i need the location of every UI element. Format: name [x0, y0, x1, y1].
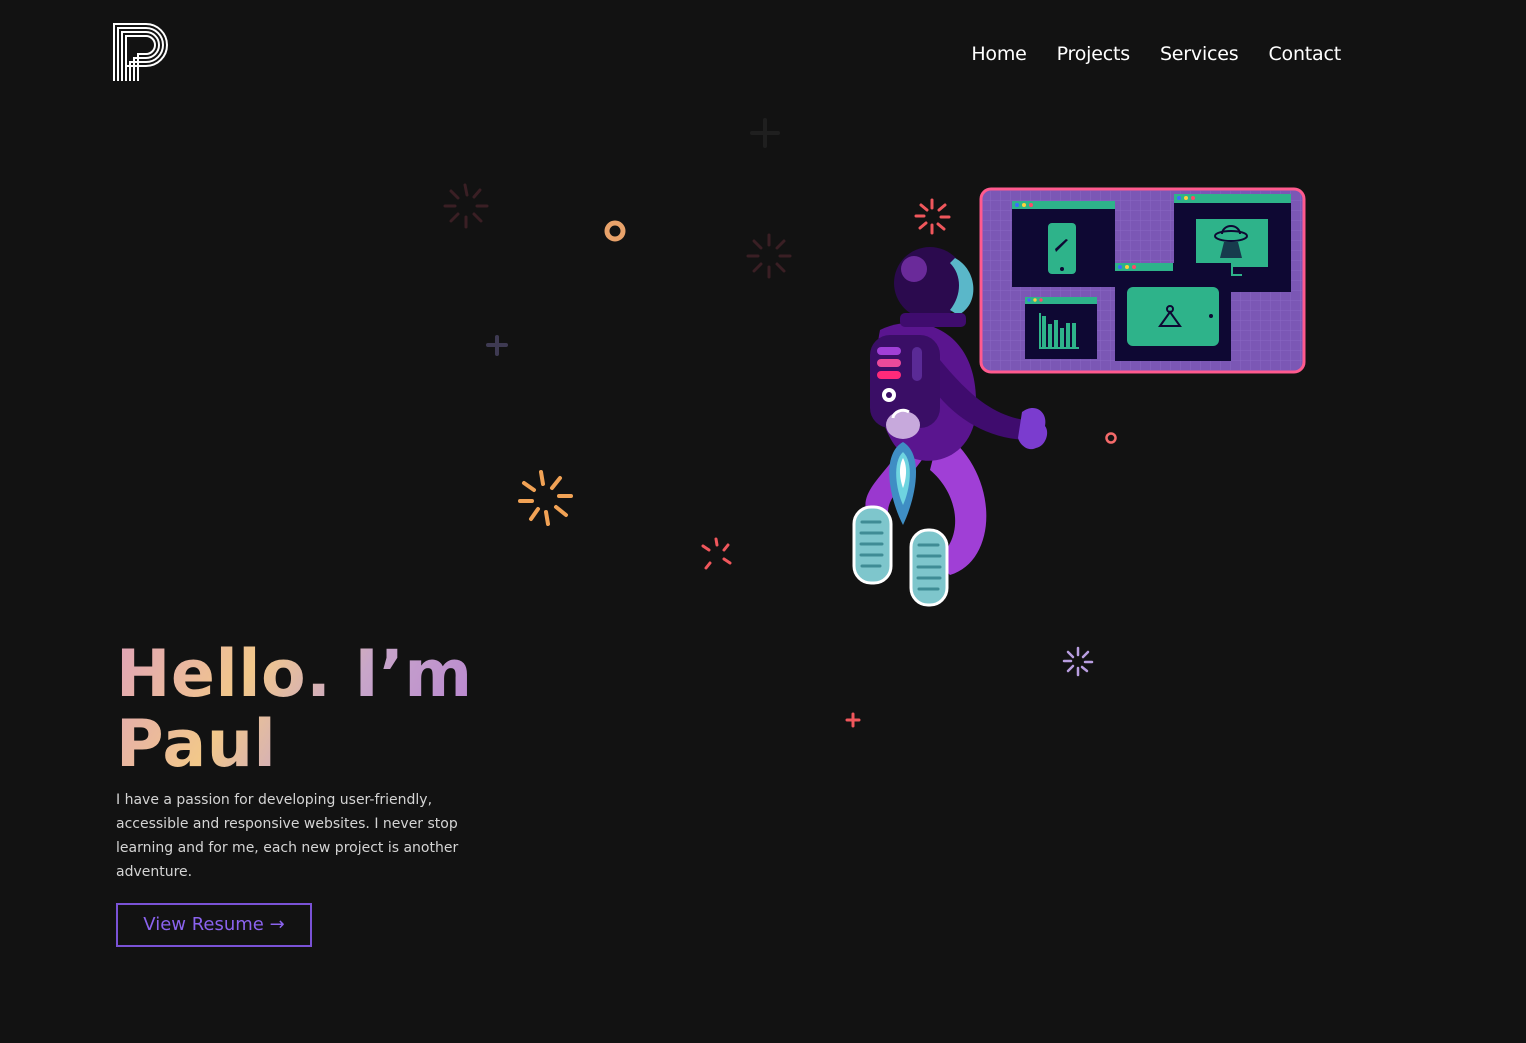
- hero-headline: Hello. I’m Paul: [116, 640, 496, 780]
- plus-icon: [845, 712, 861, 728]
- sparkle-icon: [443, 183, 489, 229]
- sparkle-icon: [518, 470, 573, 526]
- sparkle-icon: [701, 537, 732, 570]
- ring-icon: [604, 220, 626, 242]
- hero-section: Hello. I’m Paul I have a passion for dev…: [116, 640, 496, 884]
- hero-illustration: [443, 118, 1306, 728]
- plus-icon: [750, 118, 780, 148]
- ring-icon: [1105, 432, 1117, 444]
- headline-line-1: Hello. I’m: [116, 637, 473, 712]
- headline-line-2: Paul: [116, 707, 277, 782]
- dashboard-panel: [979, 187, 1306, 374]
- hero-intro: I have a passion for developing user-fri…: [116, 792, 459, 880]
- sparkle-icon: [1062, 646, 1094, 677]
- plus-icon: [486, 335, 508, 356]
- view-resume-button[interactable]: View Resume →: [116, 903, 312, 947]
- sparkle-icon: [914, 198, 951, 235]
- sparkle-icon: [746, 233, 792, 279]
